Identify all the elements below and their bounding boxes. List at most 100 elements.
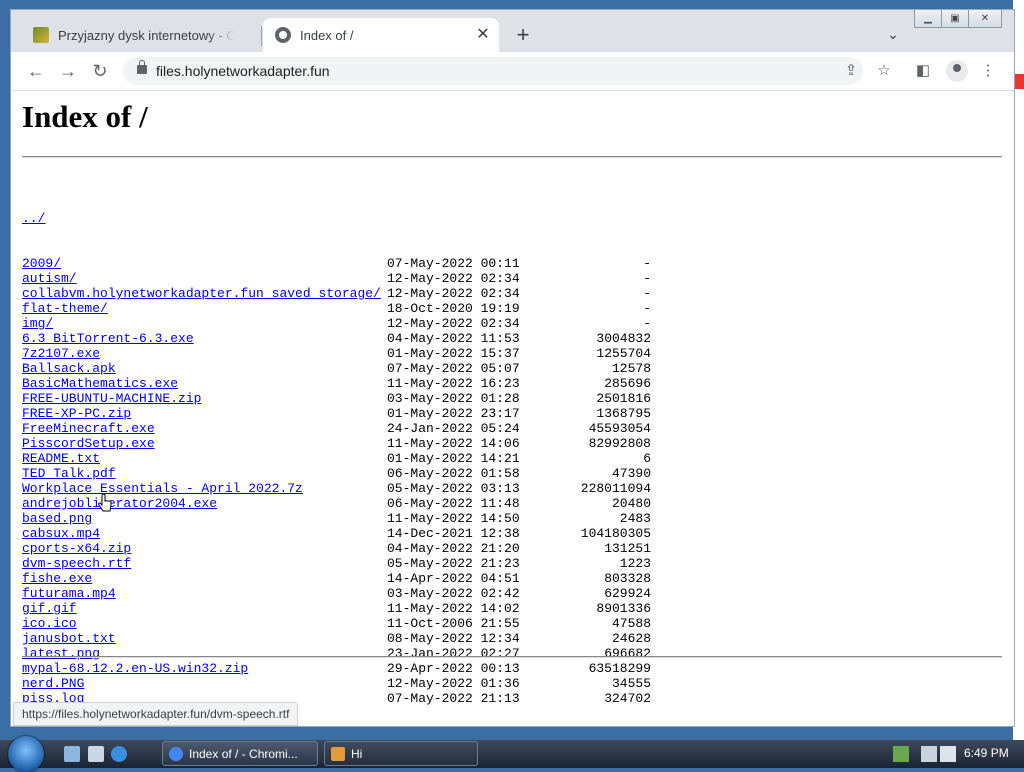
tab-przyjazny-dysk[interactable]: Przyjazny dysk internetowy - Cho xyxy=(21,18,261,52)
url-text[interactable]: files.holynetworkadapter.fun xyxy=(156,63,330,79)
task-label: Hi xyxy=(351,747,363,761)
file-size: 803328 xyxy=(604,571,651,586)
close-tab-icon[interactable]: ✕ xyxy=(475,27,491,43)
file-link[interactable]: cports-x64.zip xyxy=(22,541,131,556)
file-link[interactable]: 6.3_BitTorrent-6.3.exe xyxy=(22,331,194,346)
explorer-icon[interactable] xyxy=(88,746,104,762)
list-item: flat-theme/18-Oct-2020 19:19 - xyxy=(22,301,651,316)
file-link[interactable]: dvm-speech.rtf xyxy=(22,556,131,571)
file-link[interactable]: img/ xyxy=(22,316,53,331)
file-size: 629924 xyxy=(604,586,651,601)
file-size: 1255704 xyxy=(596,346,651,361)
volume-muted-icon[interactable] xyxy=(940,746,956,762)
address-bar[interactable]: files.holynetworkadapter.fun ⇪ xyxy=(123,57,863,85)
link-status-bubble: https://files.holynetworkadapter.fun/dvm… xyxy=(13,702,299,726)
list-item: based.png 11-May-2022 14:50 2483 xyxy=(22,511,651,526)
file-link[interactable]: TED_Talk.pdf xyxy=(22,466,116,481)
file-link[interactable]: BasicMathematics.exe xyxy=(22,376,178,391)
file-link[interactable]: README.txt xyxy=(22,451,100,466)
file-link[interactable]: Workplace Essentials - April 2022.7z xyxy=(22,481,303,496)
list-item: PisscordSetup.exe 11-May-2022 14:06 829928… xyxy=(22,436,651,451)
file-link[interactable]: futurama.mp4 xyxy=(22,586,116,601)
file-listing: ../ 2009/07-May-2022 00:11 - autism/12-May… xyxy=(22,181,651,726)
clock[interactable]: 6:49 PM xyxy=(964,746,1009,760)
list-item: fishe.exe 14-Apr-2022 04:51 803328 xyxy=(22,571,651,586)
file-link[interactable]: ico.ico xyxy=(22,616,77,631)
file-date: 11-May-2022 14:50 xyxy=(387,511,520,526)
list-item: janusbot.txt 08-May-2022 12:34 24628 xyxy=(22,631,651,646)
file-link[interactable]: 7z2107.exe xyxy=(22,346,100,361)
list-item: ../ xyxy=(22,211,381,226)
list-item: Workplace Essentials - April 2022.7z 05-M… xyxy=(22,481,651,496)
file-link[interactable]: gif.gif xyxy=(22,601,77,616)
list-item: README.txt 01-May-2022 14:21 6 xyxy=(22,451,651,466)
file-size: 104180305 xyxy=(580,526,651,541)
file-date: 06-May-2022 11:48 xyxy=(387,496,520,511)
start-orb-button[interactable] xyxy=(8,736,44,772)
network-tray-icon[interactable] xyxy=(893,746,909,762)
file-size: - xyxy=(643,301,651,316)
file-link[interactable]: based.png xyxy=(22,511,92,526)
file-date: 01-May-2022 23:17 xyxy=(387,406,520,421)
file-link[interactable]: latest.png xyxy=(22,646,100,661)
file-date: 07-May-2022 00:11 xyxy=(387,256,520,271)
file-link[interactable]: FreeMinecraft.exe xyxy=(22,421,155,436)
file-link[interactable]: nerd.PNG xyxy=(22,676,84,691)
chromium-icon xyxy=(169,747,183,761)
globe-icon xyxy=(275,27,291,43)
site-favicon-icon xyxy=(33,27,49,43)
list-item: collabvm.holynetworkadapter.fun saved st… xyxy=(22,286,651,301)
file-link[interactable]: autism/ xyxy=(22,271,77,286)
list-item: img/12-May-2022 02:34 - xyxy=(22,316,651,331)
tab-search-chevron-icon[interactable]: ⌄ xyxy=(883,26,903,46)
back-button[interactable]: ← xyxy=(24,59,48,83)
file-link[interactable]: collabvm.holynetworkadapter.fun saved st… xyxy=(22,286,381,301)
file-size: 324702 xyxy=(604,691,651,706)
lock-icon[interactable] xyxy=(137,60,147,74)
tab-index-of[interactable]: Index of / ✕ xyxy=(263,18,499,52)
action-center-icon[interactable] xyxy=(921,746,937,762)
side-panel-icon[interactable]: ◧ xyxy=(913,61,933,81)
list-item: cports-x64.zip 04-May-2022 21:20 131251 xyxy=(22,541,651,556)
file-link[interactable]: janusbot.txt xyxy=(22,631,116,646)
file-link[interactable]: flat-theme/ xyxy=(22,301,108,316)
file-link[interactable]: PisscordSetup.exe xyxy=(22,436,155,451)
new-tab-button[interactable]: + xyxy=(511,24,535,48)
file-size: 3004832 xyxy=(596,331,651,346)
file-date: 01-May-2022 14:21 xyxy=(387,451,520,466)
taskbar-item-chromium[interactable]: Index of / - Chromi... xyxy=(162,741,318,766)
file-link[interactable]: Ballsack.apk xyxy=(22,361,116,376)
menu-kebab-icon[interactable]: ⋮ xyxy=(978,61,998,81)
file-link[interactable]: FREE-XP-PC.zip xyxy=(22,406,131,421)
reload-button[interactable]: ↻ xyxy=(88,59,112,83)
file-link[interactable]: cabsux.mp4 xyxy=(22,526,100,541)
file-link[interactable]: FREE-UBUNTU-MACHINE.zip xyxy=(22,391,201,406)
file-link[interactable]: fishe.exe xyxy=(22,571,92,586)
file-size: 12578 xyxy=(611,361,651,376)
forward-button[interactable]: → xyxy=(56,59,80,83)
list-item: futurama.mp4 03-May-2022 02:42 629924 xyxy=(22,586,651,601)
show-desktop-icon[interactable] xyxy=(64,746,80,762)
list-item: BasicMathematics.exe 11-May-2022 16:23 285… xyxy=(22,376,651,391)
file-size: 63518299 xyxy=(588,661,651,676)
taskbar-item-hi[interactable]: Hi xyxy=(324,741,478,766)
list-item: andrejobliterator2004.exe 06-May-2022 11:… xyxy=(22,496,651,511)
file-link[interactable]: 2009/ xyxy=(22,256,61,271)
internet-explorer-icon[interactable] xyxy=(111,746,127,762)
parent-directory-link[interactable]: ../ xyxy=(22,211,45,226)
file-size: 285696 xyxy=(604,376,651,391)
bookmark-star-icon[interactable]: ☆ xyxy=(874,61,894,81)
file-link[interactable]: andrejobliterator2004.exe xyxy=(22,496,217,511)
file-date: 12-May-2022 02:34 xyxy=(387,286,520,301)
profile-avatar[interactable] xyxy=(946,60,968,82)
file-date: 11-Oct-2006 21:55 xyxy=(387,616,520,631)
file-date: 18-Oct-2020 19:19 xyxy=(387,301,520,316)
list-item: ico.ico 11-Oct-2006 21:55 47588 xyxy=(22,616,651,631)
share-icon[interactable]: ⇪ xyxy=(841,61,861,81)
list-item: FREE-XP-PC.zip 01-May-2022 23:17 1368795 xyxy=(22,406,651,421)
close-window-button[interactable]: ✕ xyxy=(968,10,1002,28)
minimize-button[interactable]: ▁ xyxy=(914,10,942,28)
maximize-button[interactable]: ▣ xyxy=(941,10,969,28)
top-divider xyxy=(22,156,1002,158)
file-link[interactable]: mypal-68.12.2.en-US.win32.zip xyxy=(22,661,248,676)
